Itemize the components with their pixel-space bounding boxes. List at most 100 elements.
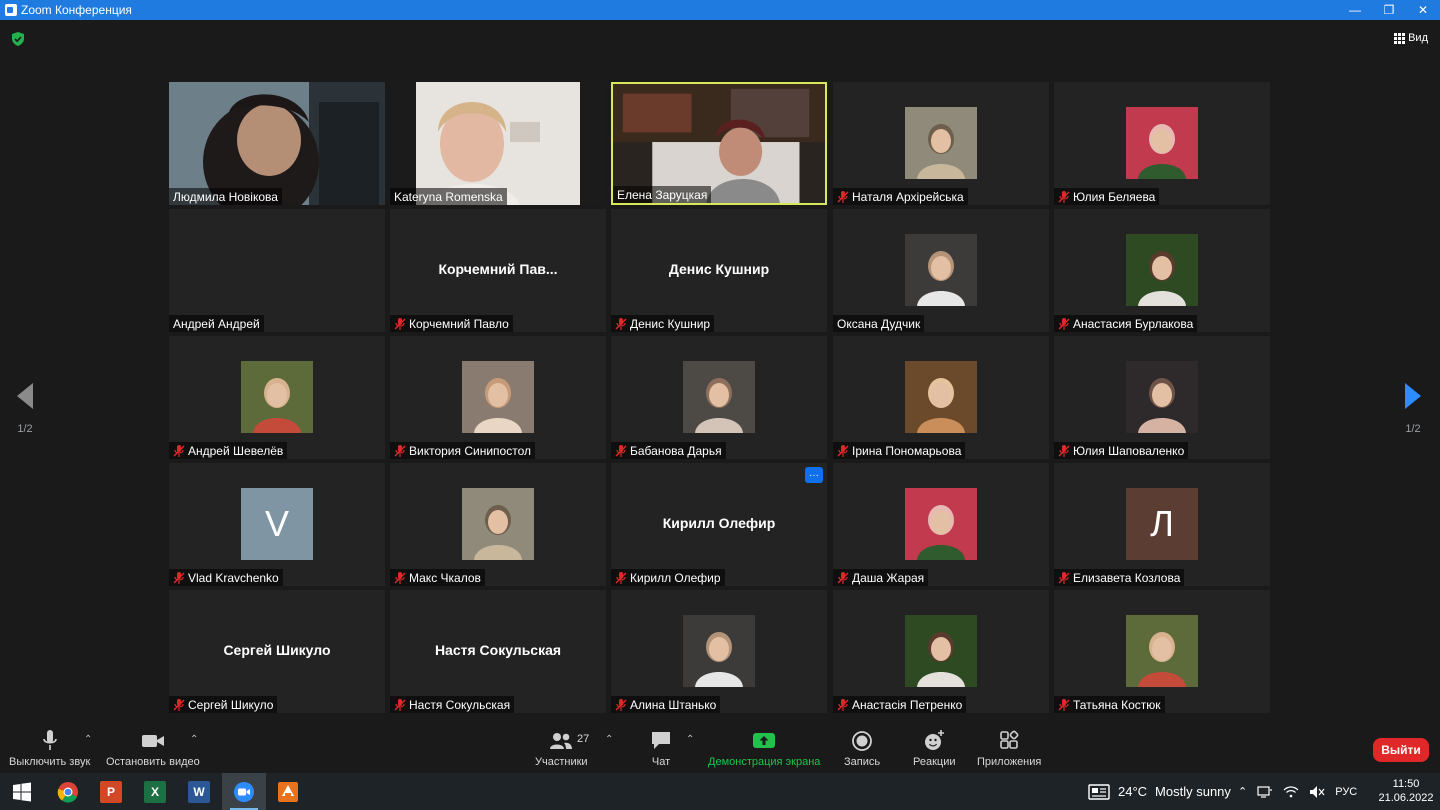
more-options-button[interactable]: ··· (805, 467, 823, 483)
network-icon[interactable] (1257, 785, 1273, 799)
word-icon[interactable]: W (188, 781, 210, 803)
participant-tile[interactable]: Даша Жарая (833, 463, 1049, 586)
participant-tile[interactable]: Елена Заруцкая (611, 82, 827, 205)
chat-button[interactable]: Чат (650, 730, 672, 768)
participant-tile[interactable]: Ірина Пономарьова (833, 336, 1049, 459)
participant-tile[interactable]: Юлия Шаповаленко (1054, 336, 1270, 459)
video-options-chevron-icon[interactable]: ⌃ (190, 734, 198, 745)
wifi-icon[interactable] (1283, 785, 1299, 799)
participant-tile[interactable]: Настя Сокульская Настя Сокульская (390, 590, 606, 713)
profile-photo (905, 361, 977, 433)
muted-microphone-icon (173, 571, 185, 584)
participant-name-bar: Денис Кушнир (611, 315, 715, 332)
record-icon (852, 731, 872, 751)
participant-tile[interactable]: Кирилл Олефир ··· Кирилл Олефир (611, 463, 827, 586)
muted-microphone-icon (615, 698, 627, 711)
participant-tile[interactable]: Анастасія Петренко (833, 590, 1049, 713)
participant-name-bar: Настя Сокульская (390, 696, 515, 713)
gallery-view: Людмила Новікова Kateryna Romenska Елена З… (169, 82, 1272, 713)
participant-name: Елизавета Козлова (1073, 570, 1181, 585)
participant-tile[interactable]: Татьяна Костюк (1054, 590, 1270, 713)
avatar-initial: V (241, 488, 313, 560)
zoom-icon[interactable] (233, 781, 255, 803)
muted-microphone-icon (1058, 190, 1070, 203)
clock[interactable]: 11:50 21.06.2022 (1378, 777, 1434, 805)
page-next[interactable]: 1/2 (1403, 383, 1423, 435)
participant-name: Татьяна Костюк (1073, 697, 1161, 712)
participant-tile[interactable]: Kateryna Romenska (390, 82, 606, 205)
participants-chevron-icon[interactable]: ⌃ (605, 734, 613, 745)
mute-button[interactable]: Выключить звук (9, 730, 90, 768)
participant-tile[interactable]: Людмила Новікова (169, 82, 385, 205)
share-screen-button[interactable]: Демонстрация экрана (708, 730, 820, 768)
arrow-left-icon (17, 383, 33, 409)
zoom-app-icon (5, 4, 17, 16)
view-button[interactable]: Вид (1394, 32, 1428, 44)
participant-name: Наталя Архірейська (852, 189, 964, 204)
participant-tile[interactable]: Сергей Шикуло Сергей Шикуло (169, 590, 385, 713)
share-label: Демонстрация экрана (708, 756, 821, 768)
profile-photo (905, 107, 977, 179)
participant-name: Бабанова Дарья (630, 443, 722, 458)
muted-microphone-icon (173, 698, 185, 711)
participant-tile[interactable]: Макс Чкалов (390, 463, 606, 586)
volume-mute-icon[interactable] (1309, 785, 1325, 799)
page-indicator-right: 1/2 (1405, 423, 1421, 435)
minimize-button[interactable]: — (1338, 0, 1372, 20)
participant-tile[interactable]: Юлия Беляева (1054, 82, 1270, 205)
participant-tile[interactable]: V Vlad Kravchenko (169, 463, 385, 586)
muted-microphone-icon (173, 444, 185, 457)
reactions-button[interactable]: Реакции (913, 730, 956, 768)
participant-tile[interactable]: Корчемний Пав... Корчемний Павло (390, 209, 606, 332)
page-prev[interactable]: 1/2 (15, 383, 35, 435)
participant-tile[interactable]: Анастасия Бурлакова (1054, 209, 1270, 332)
participant-name-bar: Елена Заруцкая (613, 186, 712, 203)
participant-name: Кирилл Олефир (630, 570, 721, 585)
participant-name: Ірина Пономарьова (852, 443, 962, 458)
participant-name-bar: Даша Жарая (833, 569, 929, 586)
reactions-label: Реакции (913, 756, 956, 768)
record-button[interactable]: Запись (844, 730, 880, 768)
muted-microphone-icon (615, 444, 627, 457)
stop-video-button[interactable]: Остановить видео (106, 730, 200, 768)
participant-name-bar: Сергей Шикуло (169, 696, 278, 713)
audio-options-chevron-icon[interactable]: ⌃ (84, 734, 92, 745)
participant-tile[interactable]: Оксана Дудчик (833, 209, 1049, 332)
participant-name-bar: Анастасия Бурлакова (1054, 315, 1198, 332)
chrome-icon[interactable] (57, 781, 79, 803)
muted-microphone-icon (837, 190, 849, 203)
participant-tile[interactable]: Андрей Андрей (169, 209, 385, 332)
participant-tile[interactable]: Алина Штанько (611, 590, 827, 713)
muted-microphone-icon (837, 571, 849, 584)
participant-name: Оксана Дудчик (837, 316, 921, 331)
tray-chevron-icon[interactable]: ⌃ (1238, 785, 1247, 798)
chat-chevron-icon[interactable]: ⌃ (686, 734, 694, 745)
clock-time: 11:50 (1392, 778, 1420, 790)
app-icon[interactable] (277, 781, 299, 803)
profile-photo (1126, 615, 1198, 687)
language-indicator[interactable]: РУС (1335, 786, 1357, 798)
participant-name: Настя Сокульская (409, 697, 511, 712)
muted-microphone-icon (615, 317, 627, 330)
weather-widget[interactable]: 24°C Mostly sunny (1088, 773, 1231, 810)
participant-name-bar: Анастасія Петренко (833, 696, 967, 713)
apps-button[interactable]: Приложения (977, 730, 1041, 768)
participant-tile[interactable]: Денис Кушнир Денис Кушнир (611, 209, 827, 332)
leave-button[interactable]: Выйти (1373, 738, 1429, 762)
participant-name: Макс Чкалов (409, 570, 481, 585)
windows-start-icon[interactable] (11, 781, 33, 803)
powerpoint-icon[interactable]: P (100, 781, 122, 803)
excel-icon[interactable]: X (144, 781, 166, 803)
participant-tile[interactable]: Андрей Шевелёв (169, 336, 385, 459)
participant-tile[interactable]: Бабанова Дарья (611, 336, 827, 459)
muted-microphone-icon (837, 444, 849, 457)
maximize-button[interactable]: ❐ (1372, 0, 1406, 20)
participant-tile[interactable]: Виктория Синипостол (390, 336, 606, 459)
participant-name-bar: Андрей Андрей (169, 315, 264, 332)
participant-tile[interactable]: Л Елизавета Козлова (1054, 463, 1270, 586)
shield-icon[interactable] (12, 32, 24, 46)
participant-tile[interactable]: Наталя Архірейська (833, 82, 1049, 205)
close-button[interactable]: ✕ (1406, 0, 1440, 20)
muted-microphone-icon (394, 317, 406, 330)
participant-name: Юлия Беляева (1073, 189, 1156, 204)
